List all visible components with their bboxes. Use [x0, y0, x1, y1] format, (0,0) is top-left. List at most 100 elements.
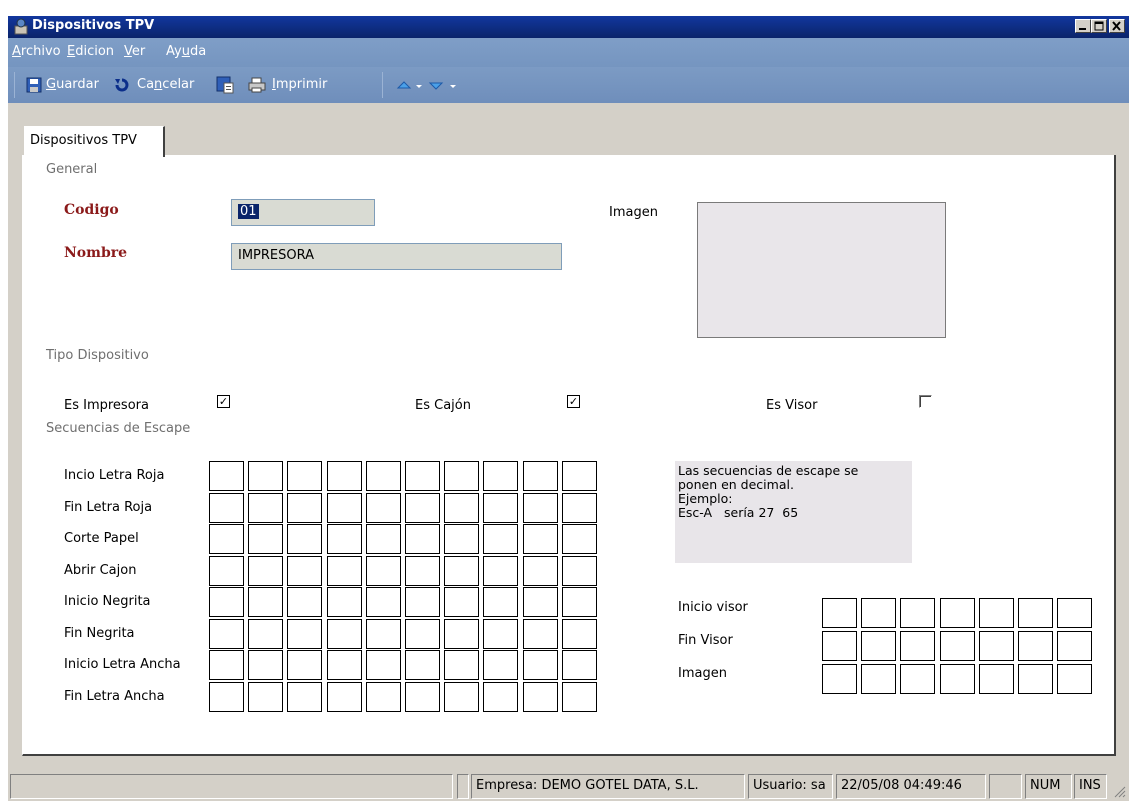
escape-code-input[interactable]: [523, 650, 558, 680]
escape-code-input[interactable]: [405, 461, 440, 491]
escape-code-input[interactable]: [444, 682, 479, 712]
escape-code-input[interactable]: [209, 587, 244, 617]
save-button[interactable]: Guardar: [26, 76, 106, 96]
escape-code-input[interactable]: [523, 619, 558, 649]
escape-code-input[interactable]: [248, 587, 283, 617]
escape-code-input[interactable]: [287, 556, 322, 586]
visor-code-input[interactable]: [900, 664, 935, 694]
escape-code-input[interactable]: [287, 650, 322, 680]
escape-code-input[interactable]: [444, 493, 479, 523]
escape-code-input[interactable]: [562, 493, 597, 523]
escape-code-input[interactable]: [248, 556, 283, 586]
close-button[interactable]: [1109, 19, 1125, 33]
visor-code-input[interactable]: [940, 631, 975, 661]
escape-code-input[interactable]: [483, 682, 518, 712]
image-box[interactable]: [697, 202, 946, 338]
escape-code-input[interactable]: [327, 587, 362, 617]
cancel-button[interactable]: Cancelar: [114, 76, 204, 96]
escape-code-input[interactable]: [209, 650, 244, 680]
escape-code-input[interactable]: [366, 524, 401, 554]
escape-code-input[interactable]: [444, 556, 479, 586]
escape-code-input[interactable]: [483, 524, 518, 554]
escape-code-input[interactable]: [562, 682, 597, 712]
escape-code-input[interactable]: [562, 524, 597, 554]
escape-code-input[interactable]: [287, 587, 322, 617]
escape-code-input[interactable]: [483, 556, 518, 586]
escape-code-input[interactable]: [405, 650, 440, 680]
escape-code-input[interactable]: [523, 556, 558, 586]
escape-code-input[interactable]: [405, 587, 440, 617]
escape-code-input[interactable]: [209, 461, 244, 491]
es-cajon-checkbox[interactable]: ✓: [567, 395, 580, 408]
escape-code-input[interactable]: [444, 619, 479, 649]
visor-code-input[interactable]: [979, 664, 1014, 694]
escape-code-input[interactable]: [287, 461, 322, 491]
escape-code-input[interactable]: [327, 461, 362, 491]
escape-code-input[interactable]: [327, 524, 362, 554]
escape-code-input[interactable]: [327, 650, 362, 680]
es-impresora-checkbox[interactable]: ✓: [217, 395, 230, 408]
escape-code-input[interactable]: [209, 619, 244, 649]
escape-code-input[interactable]: [405, 619, 440, 649]
visor-code-input[interactable]: [979, 598, 1014, 628]
escape-code-input[interactable]: [483, 587, 518, 617]
visor-code-input[interactable]: [979, 631, 1014, 661]
escape-code-input[interactable]: [483, 650, 518, 680]
visor-code-input[interactable]: [861, 631, 896, 661]
escape-code-input[interactable]: [287, 493, 322, 523]
escape-code-input[interactable]: [327, 619, 362, 649]
menu-ver[interactable]: Ver: [124, 44, 145, 59]
escape-code-input[interactable]: [248, 493, 283, 523]
navigate-up-button[interactable]: [396, 77, 424, 95]
visor-code-input[interactable]: [861, 598, 896, 628]
nombre-input[interactable]: IMPRESORA: [231, 243, 562, 270]
escape-code-input[interactable]: [366, 650, 401, 680]
escape-code-input[interactable]: [248, 619, 283, 649]
escape-code-input[interactable]: [444, 587, 479, 617]
escape-code-input[interactable]: [405, 556, 440, 586]
escape-code-input[interactable]: [523, 461, 558, 491]
escape-code-input[interactable]: [248, 524, 283, 554]
escape-code-input[interactable]: [562, 587, 597, 617]
escape-code-input[interactable]: [366, 619, 401, 649]
escape-code-input[interactable]: [523, 587, 558, 617]
escape-code-input[interactable]: [444, 650, 479, 680]
escape-code-input[interactable]: [523, 524, 558, 554]
escape-code-input[interactable]: [209, 556, 244, 586]
visor-code-input[interactable]: [822, 598, 857, 628]
escape-code-input[interactable]: [562, 556, 597, 586]
visor-code-input[interactable]: [1057, 664, 1092, 694]
escape-code-input[interactable]: [209, 493, 244, 523]
escape-code-input[interactable]: [405, 524, 440, 554]
escape-code-input[interactable]: [327, 682, 362, 712]
escape-code-input[interactable]: [483, 619, 518, 649]
escape-code-input[interactable]: [405, 493, 440, 523]
es-visor-checkbox[interactable]: [919, 395, 932, 408]
escape-code-input[interactable]: [562, 619, 597, 649]
escape-code-input[interactable]: [366, 682, 401, 712]
minimize-button[interactable]: [1075, 19, 1091, 33]
escape-code-input[interactable]: [209, 524, 244, 554]
escape-code-input[interactable]: [366, 493, 401, 523]
escape-code-input[interactable]: [523, 493, 558, 523]
visor-code-input[interactable]: [940, 664, 975, 694]
escape-code-input[interactable]: [562, 461, 597, 491]
escape-code-input[interactable]: [405, 682, 440, 712]
escape-code-input[interactable]: [327, 493, 362, 523]
maximize-button[interactable]: [1091, 19, 1107, 33]
escape-code-input[interactable]: [366, 461, 401, 491]
print-button[interactable]: Imprimir: [248, 76, 348, 96]
visor-code-input[interactable]: [822, 631, 857, 661]
navigate-down-button[interactable]: [428, 77, 458, 95]
visor-code-input[interactable]: [1057, 631, 1092, 661]
escape-code-input[interactable]: [327, 556, 362, 586]
escape-code-input[interactable]: [248, 650, 283, 680]
escape-code-input[interactable]: [483, 461, 518, 491]
visor-code-input[interactable]: [900, 631, 935, 661]
visor-code-input[interactable]: [1057, 598, 1092, 628]
menu-archivo[interactable]: Archivo: [12, 44, 61, 59]
codigo-input[interactable]: 01: [231, 199, 375, 226]
resize-grip-icon[interactable]: [1112, 784, 1126, 798]
menu-edicion[interactable]: Edicion: [67, 44, 114, 59]
escape-code-input[interactable]: [562, 650, 597, 680]
